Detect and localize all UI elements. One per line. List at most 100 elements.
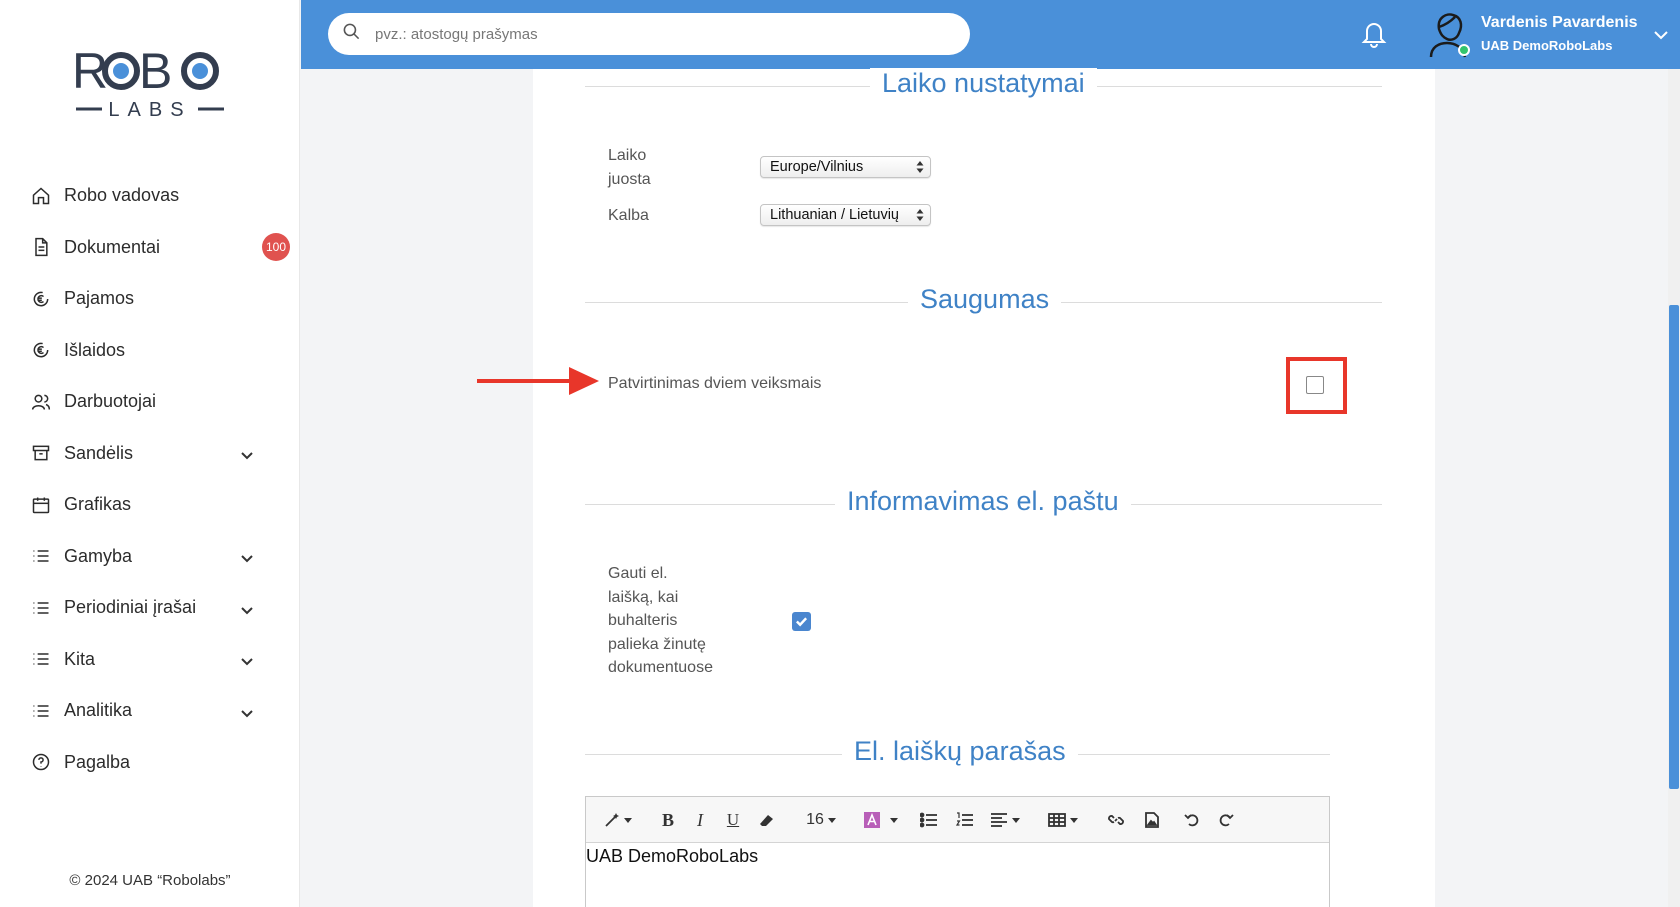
language-select[interactable]: Lithuanian / Lietuvių bbox=[760, 204, 931, 226]
svg-text:LABS: LABS bbox=[108, 99, 191, 121]
red-arrow-annotation bbox=[477, 366, 599, 396]
numbered-list-icon bbox=[956, 812, 973, 826]
bold-button[interactable]: B bbox=[658, 808, 678, 832]
signature-content[interactable]: UAB DemoRoboLabs bbox=[586, 846, 758, 867]
editor-toolbar: B I U 16 bbox=[586, 797, 1329, 843]
list-icon bbox=[30, 700, 52, 722]
top-bar: Vardenis Pavardenis UAB DemoRoboLabs bbox=[301, 0, 1680, 69]
chevron-down-icon[interactable] bbox=[240, 601, 254, 615]
text-color-button[interactable] bbox=[862, 808, 882, 832]
sidebar-item-label: Kita bbox=[64, 648, 96, 669]
two-factor-label: Patvirtinimas dviem veiksmais bbox=[608, 375, 822, 392]
sidebar-item-label: Pagalba bbox=[64, 751, 131, 772]
search-input[interactable] bbox=[375, 25, 935, 43]
chevron-down-icon[interactable] bbox=[1653, 28, 1669, 40]
timezone-label-line: Laiko bbox=[608, 147, 647, 164]
sidebar-item-kita[interactable]: Kita bbox=[0, 634, 300, 686]
sidebar-item-label: Grafikas bbox=[64, 494, 132, 515]
sidebar-item-pagalba[interactable]: Pagalba bbox=[0, 737, 300, 789]
chevron-down-icon[interactable] bbox=[240, 446, 254, 460]
bell-icon[interactable] bbox=[1360, 18, 1388, 48]
users-icon bbox=[30, 391, 52, 413]
table-icon bbox=[1048, 813, 1066, 827]
timezone-label-line: juosta bbox=[608, 170, 651, 188]
calendar-icon bbox=[30, 494, 52, 516]
chevron-down-icon[interactable] bbox=[240, 549, 254, 563]
sidebar-item-label: Analitika bbox=[64, 700, 133, 721]
email-notification-label: Gauti el. laišką, kai buhalteris palieka… bbox=[608, 562, 713, 680]
image-button[interactable] bbox=[1142, 808, 1162, 832]
numbered-list-button[interactable] bbox=[954, 808, 976, 832]
sidebar-item-label: Gamyba bbox=[64, 545, 133, 566]
sidebar-item-grafikas[interactable]: Grafikas bbox=[0, 479, 300, 531]
sidebar-nav: Robo vadovas Dokumentai 100 Pajamos Išla… bbox=[0, 170, 300, 788]
language-label: Kalba bbox=[608, 207, 649, 224]
sidebar-item-label: Pajamos bbox=[64, 288, 135, 309]
timezone-select-value: Europe/Vilnius bbox=[770, 159, 864, 175]
euro-in-icon bbox=[30, 288, 52, 310]
page-scrollbar-thumb[interactable] bbox=[1669, 305, 1679, 789]
search-box[interactable] bbox=[328, 13, 970, 55]
select-arrows-icon bbox=[916, 160, 924, 174]
font-size-dropdown[interactable]: 16 bbox=[804, 808, 838, 832]
check-icon bbox=[796, 617, 808, 627]
sidebar-item-label: Periodiniai įrašai bbox=[64, 597, 197, 618]
email-notification-checkbox[interactable] bbox=[792, 612, 811, 631]
chevron-down-icon[interactable] bbox=[240, 704, 254, 718]
user-name[interactable]: Vardenis Pavardenis bbox=[1481, 14, 1638, 32]
timezone-select[interactable]: Europe/Vilnius bbox=[760, 156, 931, 178]
sidebar-item-dokumentai[interactable]: Dokumentai 100 bbox=[0, 222, 300, 274]
link-button[interactable] bbox=[1106, 808, 1126, 832]
sidebar-item-gamyba[interactable]: Gamyba bbox=[0, 531, 300, 583]
svg-text:B: B bbox=[139, 44, 172, 99]
label-line: laišką, kai bbox=[608, 588, 679, 606]
two-factor-checkbox[interactable] bbox=[1306, 376, 1324, 394]
security-title: Saugumas bbox=[908, 284, 1062, 315]
label-line: buhalteris bbox=[608, 612, 678, 629]
list-icon bbox=[30, 597, 52, 619]
table-dropdown[interactable] bbox=[1046, 808, 1080, 832]
sidebar-item-label: Sandėlis bbox=[64, 442, 134, 463]
redo-icon bbox=[1219, 814, 1234, 827]
user-company[interactable]: UAB DemoRoboLabs bbox=[1481, 38, 1612, 53]
undo-icon bbox=[1184, 814, 1199, 827]
documents-count-badge: 100 bbox=[262, 233, 290, 262]
time-settings-title: Laiko nustatymai bbox=[870, 68, 1097, 99]
list-icon bbox=[30, 648, 52, 670]
bullet-list-icon bbox=[920, 812, 937, 828]
sidebar: R B LABS Robo vadovas Dokumentai 100 Paj… bbox=[0, 0, 300, 907]
align-dropdown[interactable] bbox=[988, 808, 1022, 832]
document-icon bbox=[30, 236, 52, 258]
robolabs-logo[interactable]: R B LABS bbox=[72, 43, 228, 124]
copyright: © 2024 UAB “Robolabs” bbox=[69, 872, 231, 889]
style-magic-button[interactable] bbox=[602, 808, 634, 832]
sidebar-item-sandelis[interactable]: Sandėlis bbox=[0, 428, 300, 480]
sidebar-item-label: Robo vadovas bbox=[64, 185, 180, 206]
align-left-icon bbox=[991, 813, 1007, 827]
italic-button[interactable]: I bbox=[692, 808, 708, 832]
sidebar-item-analitika[interactable]: Analitika bbox=[0, 685, 300, 737]
text-color-dropdown[interactable] bbox=[886, 808, 898, 832]
font-size-value: 16 bbox=[806, 811, 824, 828]
clear-format-button[interactable] bbox=[756, 808, 778, 832]
svg-text:R: R bbox=[72, 44, 106, 99]
label-line: palieka žinutę bbox=[608, 635, 706, 653]
select-arrows-icon bbox=[916, 208, 924, 222]
chevron-down-icon[interactable] bbox=[240, 652, 254, 666]
sidebar-item-periodiniai-irasai[interactable]: Periodiniai įrašai bbox=[0, 582, 300, 634]
sidebar-item-islaidos[interactable]: Išlaidos bbox=[0, 325, 300, 377]
bullet-list-button[interactable] bbox=[918, 808, 940, 832]
redo-button[interactable] bbox=[1216, 808, 1236, 832]
underline-button[interactable]: U bbox=[724, 808, 742, 832]
signature-editor[interactable]: B I U 16 UAB DemoRoboLabs bbox=[585, 796, 1330, 907]
sidebar-item-pajamos[interactable]: Pajamos bbox=[0, 273, 300, 325]
undo-button[interactable] bbox=[1182, 808, 1202, 832]
sidebar-item-robo-vadovas[interactable]: Robo vadovas bbox=[0, 170, 300, 222]
euro-out-icon bbox=[30, 339, 52, 361]
sidebar-item-label: Išlaidos bbox=[64, 339, 126, 360]
signature-title: El. laiškų parašas bbox=[842, 736, 1078, 767]
online-status-dot bbox=[1458, 44, 1470, 56]
label-line: dokumentuose bbox=[608, 659, 713, 676]
text-color-icon bbox=[864, 812, 880, 828]
sidebar-item-darbuotojai[interactable]: Darbuotojai bbox=[0, 376, 300, 428]
